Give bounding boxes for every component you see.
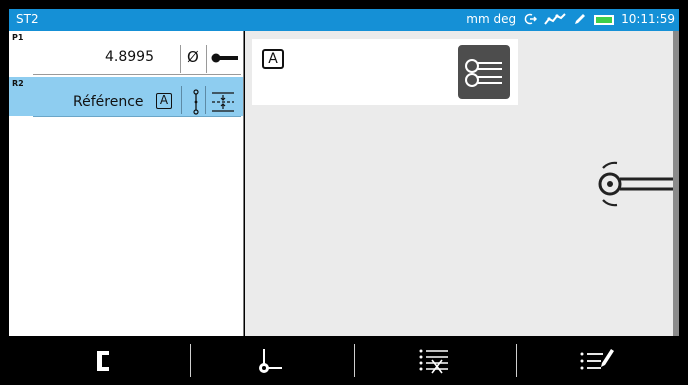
detail-panel: A bbox=[245, 31, 679, 336]
probe-select-button[interactable] bbox=[458, 45, 510, 99]
divider bbox=[206, 45, 207, 73]
bottom-toolbar bbox=[9, 336, 679, 385]
row-separator bbox=[33, 116, 241, 117]
status-bar-right: mm deg 10:11:59 bbox=[466, 12, 675, 26]
status-bar: ST2 mm deg 10:11:59 bbox=[9, 9, 679, 31]
delete-list-icon bbox=[419, 349, 448, 374]
row-separator bbox=[33, 74, 241, 75]
delete-list-button[interactable] bbox=[354, 336, 514, 385]
result-id: P1 bbox=[12, 33, 24, 42]
result-label: Référence bbox=[73, 94, 144, 110]
result-value: 4.8995 bbox=[105, 49, 154, 65]
diameter-icon: Ø bbox=[187, 48, 199, 66]
rotate-arrow-icon bbox=[524, 13, 538, 25]
center-line-icon bbox=[212, 92, 234, 112]
divider bbox=[205, 86, 206, 114]
double-probe-icon bbox=[465, 59, 502, 87]
battery-icon bbox=[594, 15, 615, 25]
divider bbox=[180, 45, 181, 73]
results-panel: P1 4.8995 Ø R2 Référence A bbox=[9, 31, 244, 336]
screen: ST2 mm deg 10:11:59 P1 4.8995 Ø R2 Référ… bbox=[0, 0, 688, 385]
edit-list-button[interactable] bbox=[517, 336, 677, 385]
bracket-icon bbox=[97, 351, 109, 371]
bracket-button[interactable] bbox=[29, 336, 189, 385]
probe-pencil-icon bbox=[575, 14, 586, 24]
reference-card: A bbox=[252, 39, 518, 105]
result-row[interactable]: P1 4.8995 Ø bbox=[9, 31, 243, 75]
reference-badge: A bbox=[156, 93, 172, 109]
divider bbox=[181, 86, 182, 114]
probe-icon bbox=[211, 53, 238, 63]
scrollbar[interactable] bbox=[673, 31, 679, 336]
reference-badge-large: A bbox=[262, 49, 284, 69]
clock: 10:11:59 bbox=[621, 12, 675, 26]
result-id: R2 bbox=[12, 79, 24, 88]
window-title: ST2 bbox=[16, 12, 39, 26]
calibration-wave-icon bbox=[544, 13, 566, 25]
vertical-axis-icon bbox=[193, 89, 199, 115]
point-on-plane-button[interactable] bbox=[189, 336, 349, 385]
edit-list-icon bbox=[580, 349, 614, 370]
result-row-selected[interactable]: R2 Référence A bbox=[9, 77, 243, 116]
point-on-plane-icon bbox=[259, 349, 282, 373]
units-label: mm deg bbox=[466, 12, 517, 26]
probe-with-tolerance-icon bbox=[598, 161, 679, 207]
